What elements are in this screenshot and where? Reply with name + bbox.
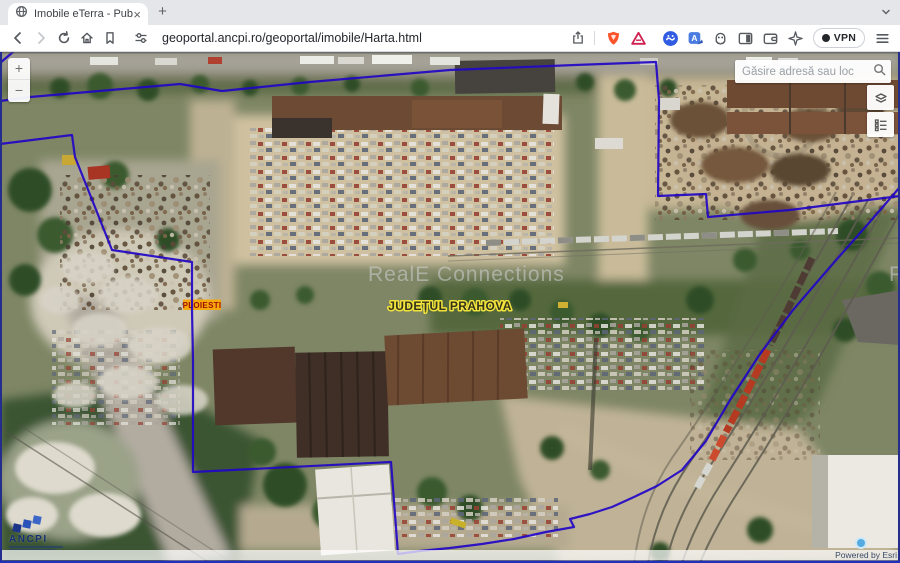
sidebar-toggle-icon[interactable] [736,28,756,48]
bookmark-icon[interactable] [100,28,120,48]
search-icon[interactable] [872,62,887,82]
octopus-extension-icon[interactable] [711,28,731,48]
ancpi-logo: ANCPI [9,518,79,550]
ancpi-logo-squares-icon [9,518,79,532]
browser-tab[interactable]: Imobile eTerra - Public × [8,3,148,25]
toolbar-divider [594,31,595,45]
tab-close-icon[interactable]: × [133,8,141,21]
translate-extension-icon[interactable]: A [686,28,706,48]
home-button[interactable] [77,28,97,48]
back-button[interactable] [8,28,28,48]
browser-toolbar: geoportal.ancpi.ro/geoportal/imobile/Har… [0,25,900,52]
menu-icon[interactable] [872,28,892,48]
county-label: JUDEȚUL PRAHOVA [388,299,512,313]
brave-rewards-triangle-icon[interactable] [629,28,649,48]
url-field[interactable]: geoportal.ancpi.ro/geoportal/imobile/Har… [162,31,422,45]
vpn-label: VPN [834,32,856,44]
new-tab-button[interactable]: + [154,4,171,21]
basemap-gallery-button[interactable] [867,85,894,110]
site-settings-icon[interactable] [131,28,151,48]
zoom-in-button[interactable]: + [8,58,30,80]
city-label: PLOIESTI [183,300,222,311]
city-label-text: PLOIESTI [183,301,222,310]
tab-strip: Imobile eTerra - Public × + [0,0,900,25]
forward-button[interactable] [31,28,51,48]
location-marker-dot [856,538,866,548]
map-viewport[interactable]: RealE Connections P PLOIESTI JUDEȚUL PRA… [0,52,900,563]
brave-shield-icon[interactable] [604,28,624,48]
attribution-bar: Powered by Esri [2,550,898,560]
wallet-icon[interactable] [761,28,781,48]
vpn-status-icon [822,34,830,42]
ancpi-logo-text: ANCPI [9,534,79,545]
legend-icon [873,117,889,133]
powered-by-esri-link[interactable]: Powered by Esri [835,550,897,560]
extension-blue-badge-icon[interactable] [661,28,681,48]
zoom-out-button[interactable]: − [8,80,30,102]
leo-sparkle-icon[interactable] [786,28,806,48]
svg-text:A: A [692,32,698,42]
search-input[interactable] [742,66,872,78]
globe-favicon-icon [15,5,28,23]
reload-button[interactable] [54,28,74,48]
tab-search-chevron-icon[interactable] [879,5,893,24]
satellite-map[interactable]: RealE Connections P PLOIESTI JUDEȚUL PRA… [0,52,900,563]
map-search-box [735,60,891,83]
basemap-gallery-icon [873,90,889,106]
zoom-control: + − [8,58,30,102]
share-icon[interactable] [568,28,588,48]
legend-button[interactable] [867,112,894,137]
watermark-text: RealE Connections [368,263,565,286]
vpn-button[interactable]: VPN [813,28,865,48]
tab-title: Imobile eTerra - Public [34,8,133,20]
